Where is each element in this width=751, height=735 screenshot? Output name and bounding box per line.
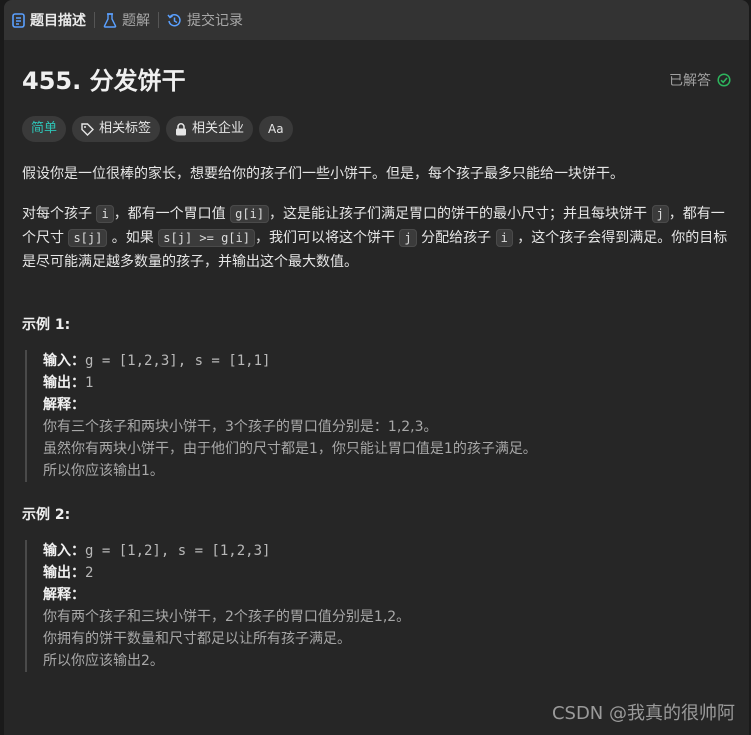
input-label: 输入： [43, 353, 85, 369]
tab-bar: 题目描述 题解 提交记录 [4, 0, 749, 40]
body-text: ，这是能让孩子们满足胃口的饼干的最小尺寸；并且每块饼干 [269, 206, 652, 222]
translate-button[interactable]: Aa [259, 116, 293, 142]
related-tags-button[interactable]: 相关标签 [72, 116, 161, 142]
difficulty-badge[interactable]: 简单 [22, 116, 67, 142]
watermark: CSDN @我真的很帅阿 [551, 703, 735, 724]
example-2-input: 输入：g = [1,2], s = [1,2,3] [43, 540, 743, 562]
inline-code: s[j] >= g[i] [158, 229, 255, 247]
example-2-output: 输出：2 [43, 562, 743, 584]
example-2-title: 示例 2: [22, 507, 71, 523]
example-2-block: 输入：g = [1,2], s = [1,2,3] 输出：2 解释： 你有两个孩… [25, 540, 743, 672]
tab-description-label: 题目描述 [30, 13, 86, 29]
inline-code: i [96, 205, 114, 223]
solved-label: 已解答 [669, 73, 711, 89]
body-text: ，我们可以将这个饼干 [254, 230, 400, 246]
related-companies-button[interactable]: 相关企业 [166, 116, 254, 142]
problem-title: 455. 分发饼干 [22, 67, 186, 95]
explain-line: 虽然你有两块小饼干，由于他们的尺寸都是1，你只能让胃口值是1的孩子满足。 [43, 441, 537, 457]
explain-line: 你有两个孩子和三块小饼干，2个孩子的胃口值分别是1,2。 [43, 609, 411, 625]
tab-submissions[interactable]: 提交记录 [159, 0, 251, 40]
explain-label: 解释： [43, 397, 85, 413]
inline-code: i [495, 229, 513, 247]
translate-icon: Aa [268, 122, 284, 136]
tag-row: 简单 相关标签 相关企业 Aa [22, 116, 293, 142]
lock-icon [176, 122, 187, 135]
inline-code: j [651, 205, 669, 223]
tab-description[interactable]: 题目描述 [4, 0, 94, 40]
body-text: 对每个孩子 [22, 206, 97, 222]
input-value: g = [1,2], s = [1,2,3] [85, 543, 271, 559]
description-body: 对每个孩子 i ，都有一个胃口值 g[i] ，这是能让孩子们满足胃口的饼干的最小尺寸… [22, 202, 737, 274]
tab-submissions-label: 提交记录 [187, 13, 243, 29]
input-value: g = [1,2,3], s = [1,1] [85, 353, 271, 369]
explain-label: 解释： [43, 587, 85, 603]
explain-line: 所以你应该输出2。 [43, 653, 164, 669]
problem-panel: 题目描述 题解 提交记录 455. 分发饼干 已解答 简单 相关标签 相关企业 … [4, 0, 749, 735]
output-value: 2 [85, 565, 94, 581]
output-label: 输出： [43, 375, 85, 391]
flask-icon [103, 12, 117, 28]
example-1-input: 输入：g = [1,2,3], s = [1,1] [43, 350, 743, 372]
input-label: 输入： [43, 543, 85, 559]
example-1-title: 示例 1: [22, 317, 71, 333]
title-row: 455. 分发饼干 已解答 [22, 64, 737, 98]
difficulty-label: 简单 [31, 121, 58, 136]
body-text: 。如果 [107, 230, 159, 246]
inline-code: j [399, 229, 417, 247]
history-icon [167, 13, 181, 26]
solved-status: 已解答 [669, 70, 731, 90]
tag-icon [81, 122, 95, 136]
check-circle-icon [717, 73, 731, 87]
output-value: 1 [85, 375, 94, 391]
tab-solutions[interactable]: 题解 [95, 0, 158, 40]
explain-line: 你有三个孩子和两块小饼干，3个孩子的胃口值分别是：1,2,3。 [43, 419, 438, 435]
problem-description: 假设你是一位很棒的家长，想要给你的孩子们一些小饼干。但是，每个孩子最多只能给一块… [22, 162, 737, 290]
inline-code: s[j] [68, 229, 108, 247]
related-companies-label: 相关企业 [192, 121, 245, 136]
output-label: 输出： [43, 565, 85, 581]
body-text: 分配给孩子 [416, 230, 496, 246]
tab-solutions-label: 题解 [122, 13, 150, 29]
explain-line: 你拥有的饼干数量和尺寸都足以让所有孩子满足。 [43, 631, 351, 647]
example-1-block: 输入：g = [1,2,3], s = [1,1] 输出：1 解释： 你有三个孩… [25, 350, 743, 482]
example-1-output: 输出：1 [43, 372, 743, 394]
inline-code: g[i] [230, 205, 270, 223]
explain-line: 所以你应该输出1。 [43, 463, 164, 479]
document-icon [12, 12, 25, 28]
related-tags-label: 相关标签 [99, 121, 152, 136]
description-intro: 假设你是一位很棒的家长，想要给你的孩子们一些小饼干。但是，每个孩子最多只能给一块… [22, 166, 624, 182]
body-text: ，都有一个胃口值 [113, 206, 231, 222]
app-frame: 题目描述 题解 提交记录 455. 分发饼干 已解答 简单 相关标签 相关企业 … [0, 0, 751, 735]
